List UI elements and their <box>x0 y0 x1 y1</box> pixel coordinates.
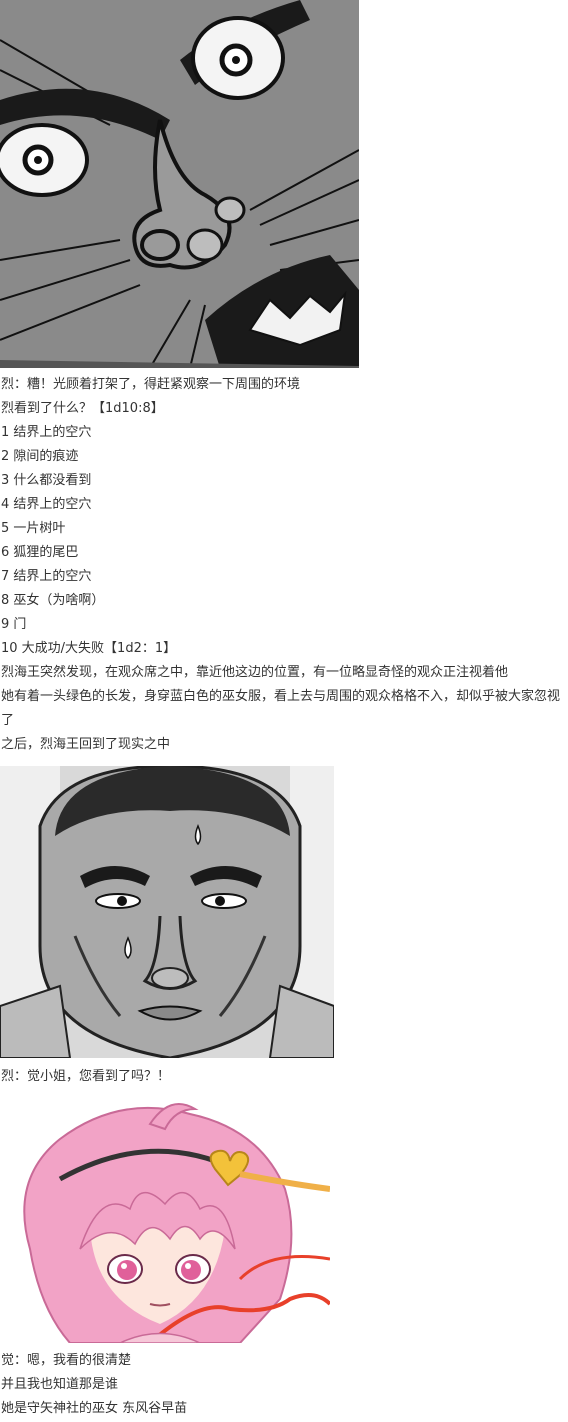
option-item: 8 巫女（为啥啊） <box>1 593 105 608</box>
dialogue-line: 并且我也知道那是谁 <box>1 1377 119 1392</box>
post-body: 烈：糟！光顾着打架了，得赶紧观察一下周围的环境 烈看到了什么？【1d10:8】 … <box>0 0 568 1422</box>
narration-line: 之后，烈海王回到了现实之中 <box>1 737 171 752</box>
option-item: 6 狐狸的尾巴 <box>1 545 79 560</box>
anime-pink-hair-girl-image <box>0 1099 330 1343</box>
dice-roll-line: 烈看到了什么？【1d10:8】 <box>1 401 164 416</box>
option-item: 10 大成功/大失败【1d2：1】 <box>1 641 177 656</box>
dialogue-line: 她是守矢神社的巫女 东风谷早苗 <box>1 1401 188 1416</box>
manga-sweating-face-image <box>0 766 334 1058</box>
narration-paragraph: 她有着一头绿色的长发，身穿蓝白色的巫女服，看上去与周围的观众格格不入，却似乎被大… <box>1 689 561 728</box>
dialogue-line: 觉：嗯，我看的很清楚 <box>1 1353 132 1368</box>
option-item: 7 结界上的空穴 <box>1 569 92 584</box>
option-item: 3 什么都没看到 <box>1 473 92 488</box>
narration-line: 烈海王突然发现，在观众席之中，靠近他这边的位置，有一位略显奇怪的观众正注视着他 <box>1 665 509 680</box>
option-item: 9 门 <box>1 617 27 632</box>
dialogue-line: 烈：糟！光顾着打架了，得赶紧观察一下周围的环境 <box>1 377 301 392</box>
manga-shocked-face-image <box>0 0 359 368</box>
option-item: 5 一片树叶 <box>1 521 66 536</box>
option-item: 1 结界上的空穴 <box>1 425 92 440</box>
option-item: 2 隙间的痕迹 <box>1 449 79 464</box>
option-item: 4 结界上的空穴 <box>1 497 92 512</box>
dialogue-line: 烈：觉小姐，您看到了吗？！ <box>1 1069 171 1084</box>
